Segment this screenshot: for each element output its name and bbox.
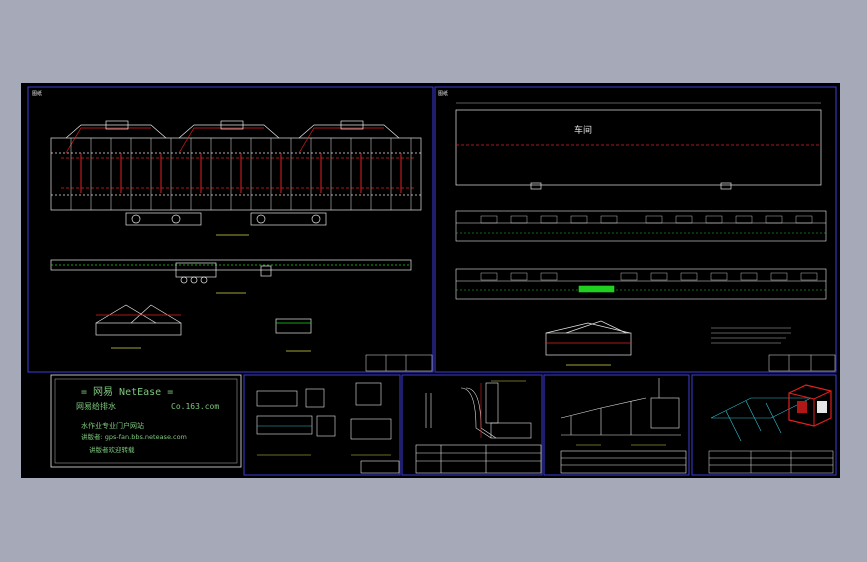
elevation-band-1 (455, 210, 827, 242)
elevation-view-1 (50, 259, 412, 294)
cad-canvas[interactable]: 图纸 图纸 车间 = 网易 NetEase = 网易给排水 Co.163.com… (21, 83, 840, 478)
sheet-2-frame (434, 86, 837, 373)
sheet-4[interactable] (401, 374, 543, 476)
sheet-2-corner-label: 图纸 (438, 90, 448, 97)
logo-tagline: 水作业专业门户网站 (81, 421, 144, 430)
sheet-3[interactable] (243, 374, 401, 476)
logo-subtitle: 网易给排水 (76, 401, 116, 411)
workshop-plan (455, 102, 822, 190)
sheet-1-frame (27, 86, 434, 373)
logo-block: = 网易 NetEase = 网易给排水 Co.163.com 水作业专业门户网… (50, 374, 242, 468)
elevation-band-2 (455, 268, 827, 300)
sheet-1-corner-label: 图纸 (32, 90, 42, 97)
logo-title: = 网易 NetEase = (81, 386, 173, 398)
sheet-6[interactable] (691, 374, 837, 476)
iso-box-icon (788, 384, 832, 427)
logo-note: 讲版者欢迎转载 (89, 445, 135, 454)
title-block-1 (365, 354, 433, 372)
title-block-2 (768, 354, 836, 372)
sheet-2[interactable]: 图纸 车间 (434, 86, 837, 373)
design-notes (711, 327, 791, 344)
plan-view-1 (50, 120, 422, 236)
workshop-label: 车间 (574, 124, 592, 136)
sheet-5[interactable] (543, 374, 690, 476)
section-truss-2 (545, 320, 632, 366)
drawing-layout: 图纸 图纸 车间 = 网易 NetEase = 网易给排水 Co.163.com… (27, 86, 837, 476)
logo-url: Co.163.com (171, 402, 219, 411)
logo-author: 讲版者: gps-fan.bbs.netease.com (81, 432, 187, 441)
sheet-1[interactable]: 图纸 (27, 86, 434, 373)
section-truss-1 (95, 304, 312, 352)
